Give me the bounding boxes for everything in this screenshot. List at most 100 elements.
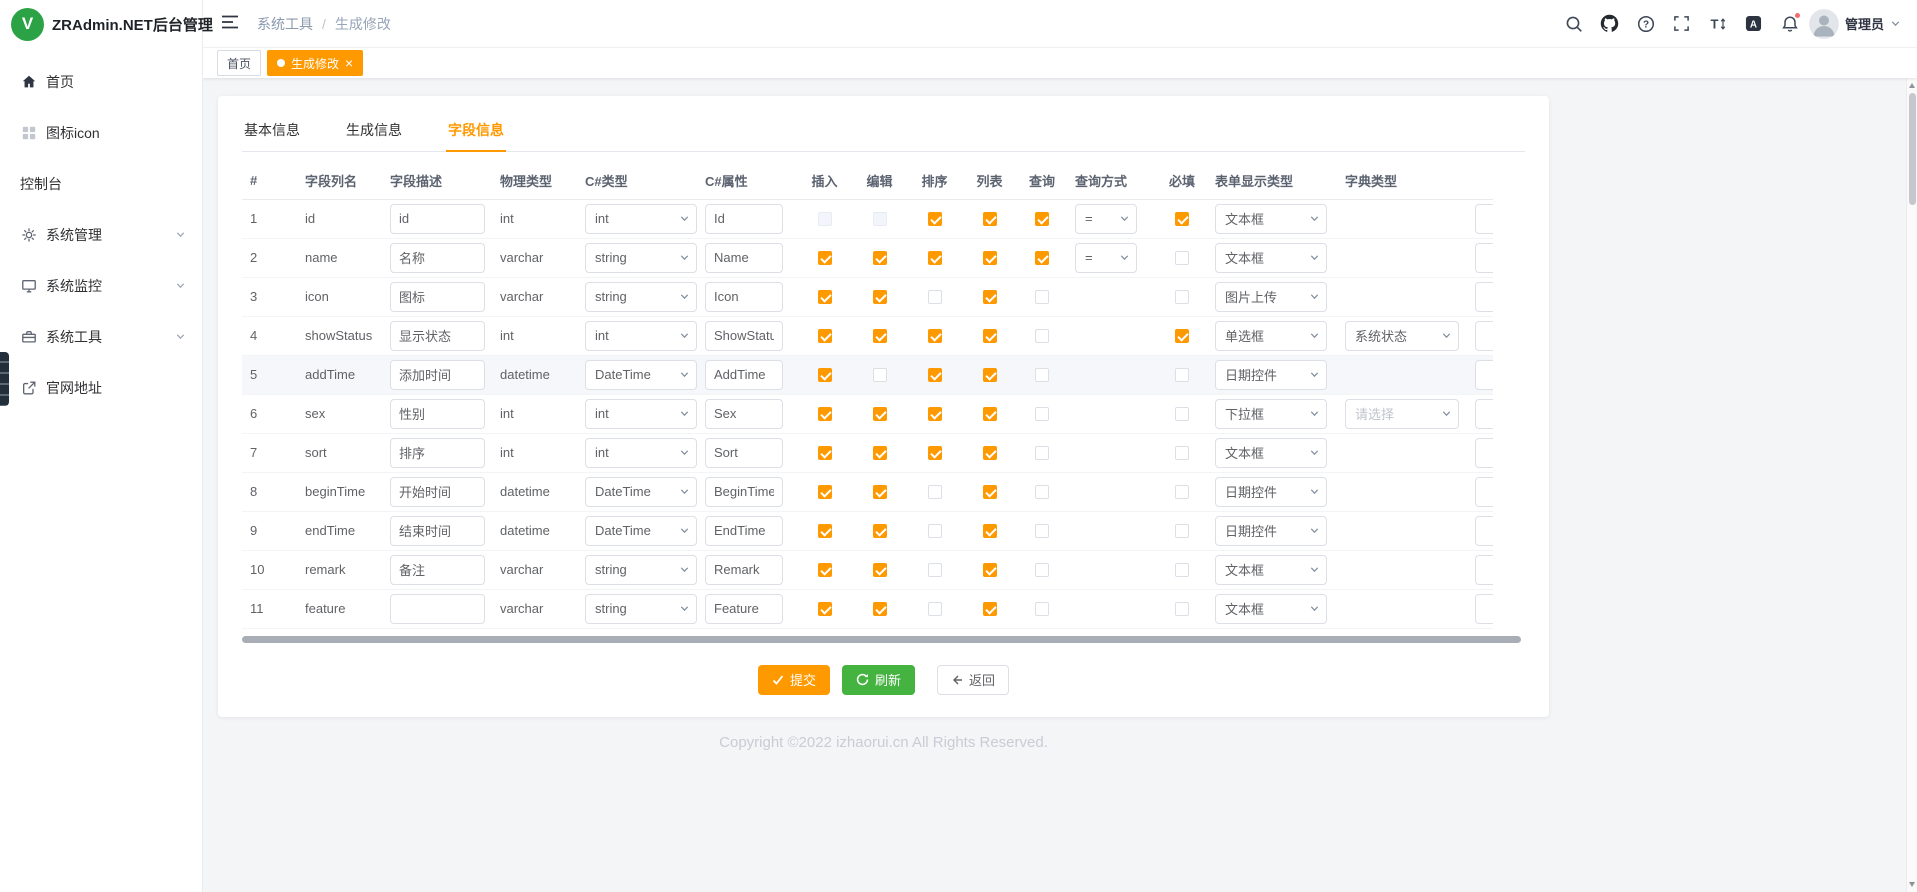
- required-checkbox[interactable]: [1175, 290, 1189, 304]
- csharp-type-select[interactable]: int: [585, 204, 697, 234]
- insert-checkbox[interactable]: [818, 485, 832, 499]
- query-checkbox[interactable]: [1035, 446, 1049, 460]
- list-checkbox[interactable]: [983, 329, 997, 343]
- csharp-type-select[interactable]: string: [585, 243, 697, 273]
- sort-checkbox[interactable]: [928, 563, 942, 577]
- edit-checkbox[interactable]: [873, 329, 887, 343]
- sidebar-item-icons[interactable]: 图标icon: [0, 107, 202, 158]
- insert-checkbox[interactable]: [818, 368, 832, 382]
- sort-checkbox[interactable]: [928, 368, 942, 382]
- sort-checkbox[interactable]: [928, 212, 942, 226]
- form-display-type-select[interactable]: 日期控件: [1215, 516, 1327, 546]
- edit-checkbox[interactable]: [873, 251, 887, 265]
- query-checkbox[interactable]: [1035, 368, 1049, 382]
- sidebar-item-system-tools[interactable]: 系统工具: [0, 311, 202, 362]
- edit-checkbox[interactable]: [873, 407, 887, 421]
- font-size-button[interactable]: T: [1703, 8, 1733, 40]
- required-checkbox[interactable]: [1175, 407, 1189, 421]
- required-checkbox[interactable]: [1175, 485, 1189, 499]
- query-checkbox[interactable]: [1035, 212, 1049, 226]
- scrollbar-thumb[interactable]: [1909, 93, 1916, 205]
- description-input[interactable]: [390, 516, 485, 546]
- csharp-type-select[interactable]: string: [585, 555, 697, 585]
- edit-checkbox[interactable]: [873, 485, 887, 499]
- sort-checkbox[interactable]: [928, 290, 942, 304]
- horizontal-scrollbar[interactable]: [242, 636, 1521, 643]
- required-checkbox[interactable]: [1175, 251, 1189, 265]
- list-checkbox[interactable]: [983, 251, 997, 265]
- trailing-input[interactable]: [1475, 477, 1493, 507]
- list-checkbox[interactable]: [983, 563, 997, 577]
- sidebar-item-home[interactable]: 首页: [0, 56, 202, 107]
- csharp-property-input[interactable]: [705, 477, 783, 507]
- csharp-type-select[interactable]: int: [585, 438, 697, 468]
- list-checkbox[interactable]: [983, 407, 997, 421]
- trailing-input[interactable]: [1475, 321, 1493, 351]
- description-input[interactable]: [390, 594, 485, 624]
- trailing-input[interactable]: [1475, 243, 1493, 273]
- edit-checkbox[interactable]: [873, 212, 887, 226]
- view-tag[interactable]: 生成修改×: [267, 50, 363, 76]
- query-method-select[interactable]: =: [1075, 243, 1137, 273]
- trailing-input[interactable]: [1475, 438, 1493, 468]
- form-display-type-select[interactable]: 下拉框: [1215, 399, 1327, 429]
- insert-checkbox[interactable]: [818, 251, 832, 265]
- csharp-type-select[interactable]: int: [585, 399, 697, 429]
- form-display-type-select[interactable]: 日期控件: [1215, 360, 1327, 390]
- list-checkbox[interactable]: [983, 524, 997, 538]
- trailing-input[interactable]: [1475, 360, 1493, 390]
- csharp-property-input[interactable]: [705, 555, 783, 585]
- form-display-type-select[interactable]: 文本框: [1215, 555, 1327, 585]
- required-checkbox[interactable]: [1175, 329, 1189, 343]
- required-checkbox[interactable]: [1175, 602, 1189, 616]
- trailing-input[interactable]: [1475, 282, 1493, 312]
- form-display-type-select[interactable]: 文本框: [1215, 594, 1327, 624]
- insert-checkbox[interactable]: [818, 524, 832, 538]
- trailing-input[interactable]: [1475, 594, 1493, 624]
- trailing-input[interactable]: [1475, 555, 1493, 585]
- required-checkbox[interactable]: [1175, 212, 1189, 226]
- list-checkbox[interactable]: [983, 212, 997, 226]
- description-input[interactable]: [390, 555, 485, 585]
- sort-checkbox[interactable]: [928, 524, 942, 538]
- csharp-type-select[interactable]: string: [585, 594, 697, 624]
- dict-type-select[interactable]: 请选择: [1345, 399, 1459, 429]
- csharp-property-input[interactable]: [705, 516, 783, 546]
- query-checkbox[interactable]: [1035, 329, 1049, 343]
- insert-checkbox[interactable]: [818, 212, 832, 226]
- csharp-type-select[interactable]: string: [585, 282, 697, 312]
- search-button[interactable]: [1559, 8, 1589, 40]
- insert-checkbox[interactable]: [818, 329, 832, 343]
- sidebar-item-console[interactable]: 控制台: [0, 158, 202, 209]
- query-checkbox[interactable]: [1035, 407, 1049, 421]
- edit-checkbox[interactable]: [873, 563, 887, 577]
- form-display-type-select[interactable]: 单选框: [1215, 321, 1327, 351]
- notifications-button[interactable]: [1775, 8, 1805, 40]
- list-checkbox[interactable]: [983, 368, 997, 382]
- description-input[interactable]: [390, 477, 485, 507]
- csharp-property-input[interactable]: [705, 243, 783, 273]
- submit-button[interactable]: 提交: [758, 665, 830, 695]
- csharp-type-select[interactable]: int: [585, 321, 697, 351]
- refresh-button[interactable]: 刷新: [842, 665, 915, 695]
- required-checkbox[interactable]: [1175, 368, 1189, 382]
- csharp-property-input[interactable]: [705, 399, 783, 429]
- list-checkbox[interactable]: [983, 446, 997, 460]
- csharp-property-input[interactable]: [705, 282, 783, 312]
- list-checkbox[interactable]: [983, 602, 997, 616]
- insert-checkbox[interactable]: [818, 602, 832, 616]
- form-display-type-select[interactable]: 文本框: [1215, 243, 1327, 273]
- required-checkbox[interactable]: [1175, 524, 1189, 538]
- query-checkbox[interactable]: [1035, 251, 1049, 265]
- query-checkbox[interactable]: [1035, 524, 1049, 538]
- form-display-type-select[interactable]: 图片上传: [1215, 282, 1327, 312]
- description-input[interactable]: [390, 399, 485, 429]
- csharp-property-input[interactable]: [705, 204, 783, 234]
- edit-checkbox[interactable]: [873, 446, 887, 460]
- insert-checkbox[interactable]: [818, 563, 832, 577]
- edit-checkbox[interactable]: [873, 290, 887, 304]
- required-checkbox[interactable]: [1175, 563, 1189, 577]
- sort-checkbox[interactable]: [928, 329, 942, 343]
- form-display-type-select[interactable]: 文本框: [1215, 438, 1327, 468]
- csharp-property-input[interactable]: [705, 360, 783, 390]
